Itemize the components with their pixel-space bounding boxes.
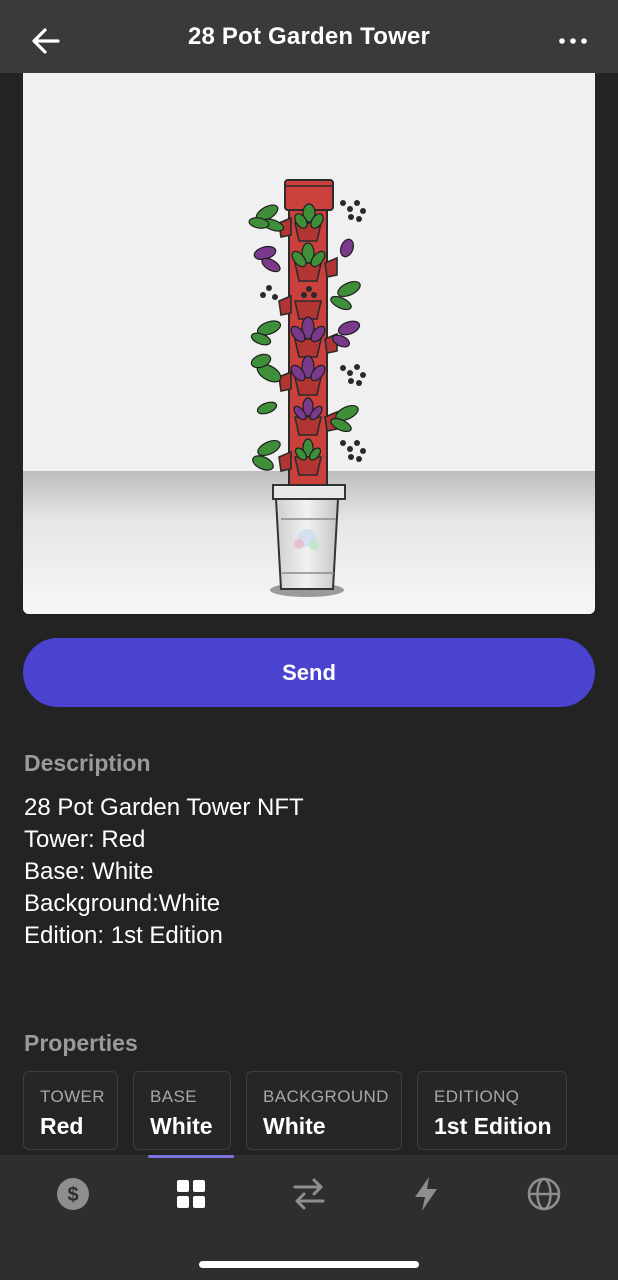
property-value: 1st Edition — [434, 1113, 552, 1139]
property-key: BACKGROUND — [263, 1087, 389, 1106]
back-button[interactable] — [30, 26, 62, 56]
description-heading: Description — [24, 750, 151, 776]
home-indicator — [199, 1261, 419, 1268]
top-bar: 28 Pot Garden Tower — [0, 0, 618, 73]
lightning-icon — [415, 1177, 437, 1211]
property-key: EDITIONQ — [434, 1087, 520, 1106]
nft-image — [23, 73, 595, 614]
tab-activity[interactable] — [404, 1172, 448, 1216]
tab-collectibles[interactable] — [169, 1172, 213, 1216]
description-line: Base: White — [24, 858, 154, 885]
tab-wallet[interactable]: $ — [51, 1172, 95, 1216]
property-card-base: BASE White — [133, 1071, 231, 1150]
swap-arrows-icon — [293, 1178, 325, 1210]
garden-tower-illustration — [23, 73, 595, 614]
tab-swap[interactable] — [287, 1172, 331, 1216]
property-key: BASE — [150, 1087, 197, 1106]
tab-browser[interactable] — [522, 1172, 566, 1216]
send-button[interactable]: Send — [23, 638, 595, 707]
svg-text:$: $ — [67, 1184, 78, 1206]
property-card-tower: TOWER Red — [23, 1071, 118, 1150]
property-card-edition: EDITIONQ 1st Edition — [417, 1071, 567, 1150]
more-options-button[interactable] — [558, 30, 588, 52]
property-value: White — [263, 1113, 326, 1139]
more-horizontal-icon — [559, 38, 587, 44]
property-key: TOWER — [40, 1087, 105, 1106]
globe-icon — [527, 1177, 561, 1211]
description-line: Background:White — [24, 890, 221, 917]
description-line: Tower: Red — [24, 826, 146, 853]
dollar-coin-icon: $ — [57, 1178, 89, 1210]
page-title: 28 Pot Garden Tower — [187, 22, 431, 50]
description-line: 28 Pot Garden Tower NFT — [24, 794, 304, 821]
grid-icon — [177, 1180, 205, 1208]
description-line: Edition: 1st Edition — [24, 922, 223, 949]
properties-heading: Properties — [24, 1030, 138, 1056]
property-value: White — [150, 1113, 213, 1139]
active-tab-indicator — [148, 1155, 234, 1158]
arrow-left-icon — [32, 28, 60, 54]
property-value: Red — [40, 1113, 84, 1139]
description-text: 28 Pot Garden Tower NFT Tower: Red Base:… — [24, 792, 304, 952]
property-card-background: BACKGROUND White — [246, 1071, 402, 1150]
